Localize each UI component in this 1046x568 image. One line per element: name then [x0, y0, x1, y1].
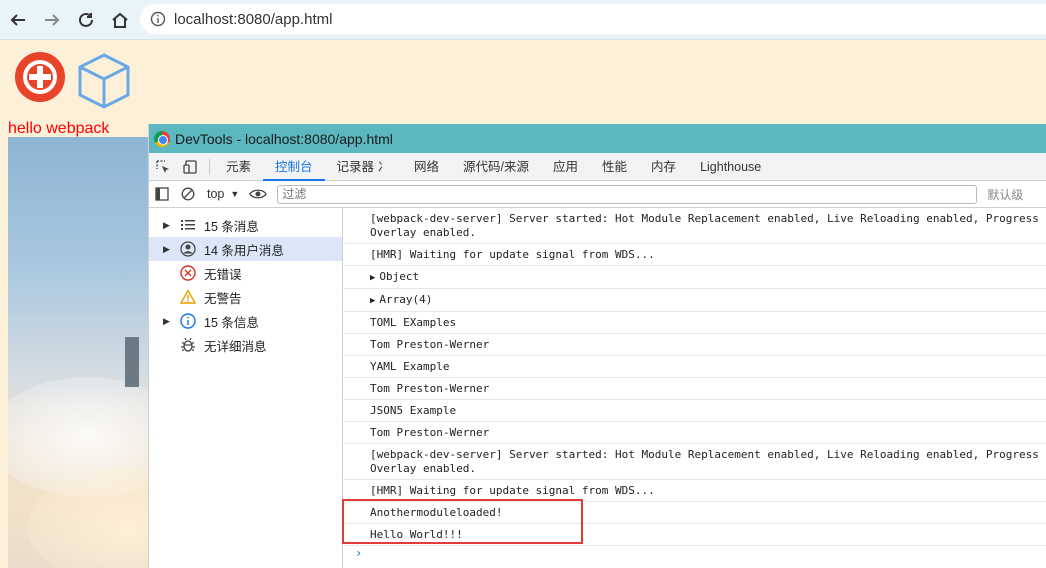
devtools-titlebar[interactable]: DevTools - localhost:8080/app.html	[149, 124, 1046, 153]
sidebar-item-label: 15 条信息	[204, 315, 259, 330]
sidebar-item-info[interactable]: ▶ 15 条信息	[149, 309, 342, 333]
console-message: JSON5 Example	[343, 400, 1046, 422]
filter-input[interactable]: 过滤	[277, 184, 978, 204]
tab-application[interactable]: 应用	[541, 153, 590, 181]
back-button[interactable]	[2, 4, 34, 36]
tab-recorder[interactable]: 记录器 ⼎	[325, 153, 402, 181]
live-expression-button[interactable]	[245, 181, 271, 207]
home-button[interactable]	[104, 4, 136, 36]
sidebar-item-user-messages[interactable]: ▶ 14 条用户消息	[149, 237, 342, 261]
arrow-right-icon	[45, 13, 60, 26]
console-message: [webpack-dev-server] Server started: Hot…	[343, 444, 1046, 480]
console-toolbar: top ▼ 过滤 默认级	[149, 181, 1046, 208]
tab-elements[interactable]: 元素	[214, 153, 263, 181]
log-levels-select[interactable]: 默认级	[987, 186, 1023, 203]
console-sidebar: ▶ 15 条消息 ▶ 14 条用户消息 无错误 无警告 ▶ 15 条信息 无详细…	[149, 208, 343, 568]
chrome-icon	[154, 130, 170, 147]
warning-icon	[178, 287, 198, 307]
home-icon	[112, 12, 128, 28]
reload-icon	[79, 12, 93, 27]
console-message-array[interactable]: ▶ Array(4)	[343, 289, 1046, 312]
console-message: Tom Preston-Werner	[343, 422, 1046, 444]
arrow-left-icon	[10, 13, 25, 26]
console-message: TOML EXamples	[343, 312, 1046, 334]
tab-lighthouse[interactable]: Lighthouse	[688, 153, 773, 181]
sidebar-item-messages[interactable]: ▶ 15 条消息	[149, 213, 342, 237]
console-message: YAML Example	[343, 356, 1046, 378]
devtools-window: DevTools - localhost:8080/app.html 元素 控制…	[148, 124, 1046, 568]
url-text: localhost:8080/app.html	[174, 10, 333, 28]
clear-icon	[181, 187, 195, 201]
expand-arrow-icon[interactable]: ▶	[370, 294, 375, 308]
inspect-element-button[interactable]	[149, 153, 177, 181]
sidebar-item-label: 14 条用户消息	[204, 243, 284, 258]
error-icon	[178, 263, 198, 283]
tab-sources[interactable]: 源代码/来源	[451, 153, 541, 181]
tab-console[interactable]: 控制台	[263, 153, 325, 181]
info-icon	[178, 311, 198, 331]
user-icon	[178, 239, 198, 259]
expand-arrow-icon[interactable]: ▶	[370, 271, 375, 285]
console-message: [webpack-dev-server] Server started: Hot…	[343, 208, 1046, 244]
context-select[interactable]: top ▼	[201, 187, 245, 201]
hello-text: hello webpack	[8, 120, 110, 137]
console-prompt[interactable]: ›	[343, 546, 1046, 560]
sidebar-item-warnings[interactable]: 无警告	[149, 285, 342, 309]
console-message: [HMR] Waiting for update signal from WDS…	[343, 244, 1046, 266]
list-icon	[178, 215, 198, 235]
device-toggle-button[interactable]	[177, 153, 205, 181]
sidebar-item-verbose[interactable]: 无详细消息	[149, 333, 342, 357]
devtools-tabbar: 元素 控制台 记录器 ⼎ 网络 源代码/来源 应用 性能 内存 Lighthou…	[149, 153, 1046, 181]
cube-icon	[78, 53, 130, 109]
background-image	[8, 137, 168, 568]
console-message: Tom Preston-Werner	[343, 378, 1046, 400]
browser-toolbar: localhost:8080/app.html	[0, 0, 1046, 40]
clear-console-button[interactable]	[175, 181, 201, 207]
sidebar-item-label: 无错误	[204, 267, 242, 282]
sidebar-item-errors[interactable]: 无错误	[149, 261, 342, 285]
bug-icon	[178, 335, 198, 355]
tab-network[interactable]: 网络	[402, 153, 451, 181]
address-bar[interactable]: localhost:8080/app.html	[140, 4, 1046, 34]
sidebar-item-label: 15 条消息	[204, 219, 259, 234]
expand-arrow-icon[interactable]: ▶	[163, 244, 173, 255]
console-message-object[interactable]: ▶ Object	[343, 266, 1046, 289]
device-icon	[183, 159, 197, 174]
tab-performance[interactable]: 性能	[590, 153, 639, 181]
sidebar-item-label: 无详细消息	[204, 339, 267, 354]
highlight-annotation	[342, 499, 583, 544]
devtools-title: DevTools - localhost:8080/app.html	[175, 130, 393, 147]
expand-arrow-icon[interactable]: ▶	[163, 220, 173, 231]
tab-memory[interactable]: 内存	[639, 153, 688, 181]
site-info-icon[interactable]	[150, 11, 166, 27]
console-message: Tom Preston-Werner	[343, 334, 1046, 356]
plus-circle-icon	[15, 52, 65, 102]
sidebar-icon	[155, 187, 169, 201]
expand-arrow-icon[interactable]: ▶	[163, 316, 173, 327]
reload-button[interactable]	[70, 4, 102, 36]
divider	[209, 158, 210, 175]
caret-down-icon: ▼	[230, 189, 240, 199]
sidebar-item-label: 无警告	[204, 291, 242, 306]
inspect-icon	[156, 159, 169, 173]
context-label: top	[207, 187, 225, 201]
eye-icon	[249, 189, 268, 199]
sidebar-toggle-button[interactable]	[149, 181, 175, 207]
forward-button[interactable]	[36, 4, 68, 36]
